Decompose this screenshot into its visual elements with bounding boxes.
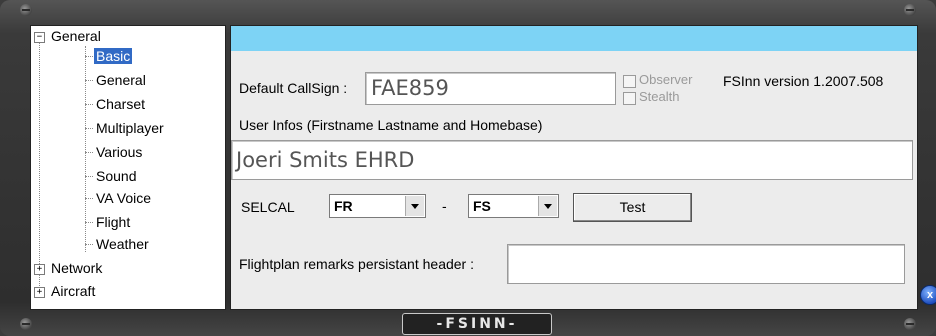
tree-branch-line [85,56,93,57]
collapse-icon[interactable]: − [34,32,45,43]
chevron-down-icon[interactable] [538,196,557,216]
tree-item-general[interactable]: General [51,26,101,46]
screw-icon [904,4,916,16]
basic-settings-panel: Default CallSign : FAE859 Observer Steal… [230,25,918,310]
tree-branch-line [85,128,93,129]
tree-item-flight[interactable]: Flight [96,212,130,232]
chevron-down-icon[interactable] [405,196,424,216]
callsign-input[interactable]: FAE859 [365,72,616,105]
fsinn-logo: -FSINN- [402,313,552,335]
selcal-select-1-value: FR [334,198,353,214]
expand-icon[interactable]: + [34,287,45,298]
tree-branch-line [85,222,93,223]
tree-branch-line [85,198,93,199]
stealth-checkbox[interactable] [623,92,636,105]
observer-label: Observer [639,72,693,87]
userinfo-input[interactable]: Joeri Smits EHRD [231,140,913,180]
selcal-select-1[interactable]: FR [329,194,426,218]
tree-branch-line [85,176,93,177]
stealth-label: Stealth [639,89,680,104]
tree-branch-line [85,152,93,153]
flightplan-remarks-label: Flightplan remarks persistant header : [239,256,474,272]
selcal-select-2[interactable]: FS [468,194,559,218]
selcal-separator: - [442,198,447,214]
tree-item-charset[interactable]: Charset [96,94,145,114]
expand-icon[interactable]: + [34,264,45,275]
test-button[interactable]: Test [573,193,692,222]
tree-item-general-sub[interactable]: General [96,70,146,90]
tree-item-label: Basic [94,48,133,64]
tree-item-basic[interactable]: Basic [94,46,133,66]
version-text: FSInn version 1.2007.508 [723,73,884,89]
tree-item-va-voice[interactable]: VA Voice [96,188,151,208]
observer-checkbox[interactable] [623,75,636,88]
close-icon[interactable]: x [920,285,936,305]
screw-icon [20,4,32,16]
callsign-label: Default CallSign : [239,80,348,96]
settings-tree: − General Basic General Charset Multipla… [30,25,226,310]
tree-item-various[interactable]: Various [96,142,142,162]
tree-item-multiplayer[interactable]: Multiplayer [96,118,164,138]
tree-guide-line [39,40,40,296]
screw-icon [20,318,32,330]
tree-item-weather[interactable]: Weather [96,234,149,254]
tree-branch-line [85,80,93,81]
tree-item-network[interactable]: Network [51,258,102,278]
tree-item-sound[interactable]: Sound [96,166,136,186]
tree-item-aircraft[interactable]: Aircraft [51,281,95,301]
screw-icon [904,318,916,330]
selcal-label: SELCAL [241,199,295,215]
tree-branch-line [85,244,93,245]
tree-branch-line [85,104,93,105]
userinfo-label: User Infos (Firstname Lastname and Homeb… [239,117,543,133]
header-bar [231,26,917,51]
flightplan-remarks-input[interactable] [507,244,905,284]
selcal-select-2-value: FS [473,198,491,214]
